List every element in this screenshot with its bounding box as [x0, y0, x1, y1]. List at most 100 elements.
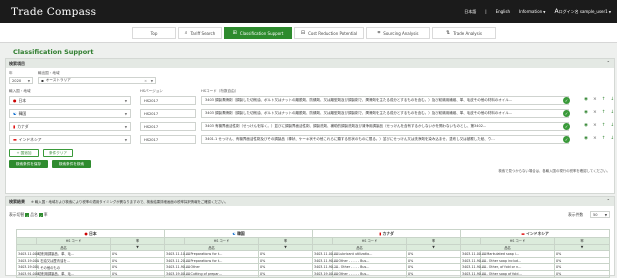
importer-select[interactable]: ▪ オーストラリア × ▼ [38, 77, 156, 84]
delete-icon[interactable]: × [593, 97, 597, 102]
delete-icon[interactable]: × [593, 123, 597, 128]
table-row[interactable]: 3403.11.000 切削用調製品、革、毛… 0% 3403.11.10.00- -… [16, 250, 611, 258]
grid-icon: ⌗ [377, 30, 381, 36]
tab-classification-support[interactable]: ⊞ Classification Support [224, 27, 292, 39]
confirm-icon[interactable]: ✓ [563, 123, 570, 130]
hs-code-field[interactable]: 3401.1 せっけん、有機界面活性剤及びその調製品（棒状、ケーキ状その他これら… [201, 135, 569, 144]
tab-tariff-search[interactable]: ⌕ Tariff Search [178, 27, 222, 39]
lang-en-link[interactable]: English [496, 9, 510, 14]
hs-code-cell[interactable]: 3403.11.90.00 [460, 263, 486, 271]
confirm-icon[interactable]: ✓ [563, 110, 570, 117]
hs-code-cell[interactable]: 3403.11.90.00 [460, 269, 486, 278]
hs-code-cell[interactable]: 3403.19.000 [16, 263, 39, 271]
country-header-id: ▬ インドネシア [460, 229, 611, 238]
hs-code-cell[interactable]: 3403.11.00.00 [460, 250, 486, 258]
item-name-cell: - - Preparations for t… [184, 256, 260, 265]
search-heading: 検索項目 [9, 60, 25, 66]
move-down-icon[interactable]: ↓ [611, 110, 615, 115]
filter-hs-checkbox[interactable]: ✓ [25, 213, 30, 218]
tab-cost-reduction[interactable]: ⊟ Cost Reduction Potential [294, 27, 364, 39]
hs-code-cell[interactable]: 3403.11.000 [16, 250, 39, 258]
tab-top[interactable]: Top [132, 27, 176, 39]
hs-version-field[interactable]: HS2017 [140, 109, 196, 118]
hs-code-cell[interactable]: 3403.19.000 [16, 256, 39, 265]
hs-code-cell[interactable]: 3403.11.10.00 [164, 250, 190, 258]
hs-code-cell[interactable]: 3403.19.00.00 [164, 269, 190, 278]
cost-icon: ⊟ [300, 30, 306, 36]
tab-trade-analysis[interactable]: ⇅ Trade Analysis [432, 27, 496, 39]
hs-code-cell[interactable]: 3403.19.00.00 [312, 269, 338, 278]
move-down-icon[interactable]: ↓ [611, 136, 615, 141]
rate-header: ▼ [554, 243, 611, 252]
table-row[interactable]: 3403.91.000 切削用調製品、革、毛… 0% 3403.19.00.00- -… [16, 269, 611, 278]
hs-code-cell[interactable]: 3403.11.90.00 [460, 256, 486, 265]
hs-version-field[interactable]: HS2017 [140, 122, 196, 131]
item-name-cell: - - - Other soap includ… [480, 256, 556, 265]
hs-code-field[interactable]: 3403 有機界面活性剤（せっけんを除く。）並びに調製界面活性剤、調製洗剤、補助… [201, 122, 569, 131]
delete-icon[interactable]: × [593, 136, 597, 141]
move-up-icon[interactable]: ↑ [602, 110, 606, 115]
app-logo[interactable]: Trade Compass [11, 6, 96, 18]
move-down-icon[interactable]: ↓ [611, 123, 615, 128]
view-icon[interactable]: ◉ [584, 110, 588, 115]
confirm-icon[interactable]: ✓ [563, 136, 570, 143]
view-icon[interactable]: ◉ [584, 136, 588, 141]
per-page-select[interactable]: 50 ▼ [590, 211, 610, 218]
item-name-cell: - - Markulated soap i… [480, 250, 556, 258]
move-up-icon[interactable]: ↑ [602, 136, 606, 141]
hs-code-cell[interactable]: 3403.11.20.00 [164, 256, 190, 265]
kr-flag-icon: ☯ [232, 230, 236, 236]
table-subheader: HS コード率 HS コード率 HS コード率 HS コード率 [16, 237, 611, 245]
clear-conditions-button[interactable]: 条件クリア [43, 149, 73, 157]
rate-cell: 0% [109, 269, 166, 278]
rate-cell: 0% [406, 263, 462, 271]
tab-label: Sourcing Analysis [383, 30, 419, 36]
confirm-icon[interactable]: ✓ [563, 97, 570, 104]
item-name-cell: - - Other - - - - - Bus… [332, 256, 408, 265]
year-select[interactable]: 2020 ▼ [9, 77, 33, 84]
item-name-cell: - - - Other, of fold or n… [480, 263, 556, 271]
search-button[interactable]: 検索条件を検索 [52, 160, 91, 168]
move-up-icon[interactable]: ↑ [602, 97, 606, 102]
hs-code-field[interactable]: 3403 調製潤滑剤（調製した切削油、ボルト又はナットの離脱剤、防錆剤、又は離型… [201, 96, 569, 105]
tab-label: Classification Support [239, 30, 284, 36]
hs-code-cell[interactable]: 3403.11.00.00 [312, 250, 338, 258]
hs-code-cell[interactable]: 3403.11.90.00 [312, 256, 338, 265]
collapse-icon[interactable]: ⌃ [607, 60, 610, 65]
tab-sourcing-analysis[interactable]: ⌗ Sourcing Analysis [366, 27, 430, 39]
collapse-icon[interactable]: ⌃ [607, 198, 610, 203]
country-select[interactable]: ● 日本 ▼ [9, 96, 131, 105]
filter-rate-checkbox[interactable]: ✓ [38, 213, 43, 218]
move-up-icon[interactable]: ↑ [602, 123, 606, 128]
country-select[interactable]: ▬ インドネシア ▼ [9, 135, 131, 144]
information-menu[interactable]: Information▼ [519, 9, 545, 14]
user-menu[interactable]: Aログイン名 sample_user1▼ [554, 8, 611, 15]
item-name-cell: - - - Other soap of fold… [480, 269, 556, 278]
search-panel: 検索項目 ⌃ 年 輸出国・地域 2020 ▼ ▪ オーストラリア × ▼ 輸入国・地域 … [5, 58, 615, 194]
close-icon[interactable]: × [144, 79, 147, 83]
table-row[interactable]: 3403.19.000- 石油又は歴青油を… 0% 3403.11.20.00- -… [16, 256, 611, 265]
save-conditions-button[interactable]: 検索条件を保存 [9, 160, 48, 168]
hs-version-field[interactable]: HS2017 [140, 135, 196, 144]
tab-label: Trade Analysis [453, 30, 482, 36]
delete-icon[interactable]: × [593, 110, 597, 115]
country-select[interactable]: ▮ カナダ ▼ [9, 122, 131, 131]
rate-cell: 0% [109, 250, 166, 258]
lang-ja-link[interactable]: 日本語 [464, 9, 476, 15]
rate-header: 率 [406, 237, 462, 245]
hs-code-cell[interactable]: 3403.11.90.00 [164, 263, 190, 271]
table-row[interactable]: 3403.19.000- その他のもの 0% 3403.11.90.00- - Ot… [16, 263, 611, 271]
hs-code-field[interactable]: 3403 調製潤滑剤（調製した切削油、ボルト又はナットの離脱剤、防錆剤、又は離型… [201, 109, 569, 118]
country-select[interactable]: ☯ 韓国 ▼ [9, 109, 131, 118]
item-name-cell: - その他のもの [36, 263, 111, 271]
rate-header: 率 [109, 237, 166, 245]
move-down-icon[interactable]: ↓ [611, 97, 615, 102]
hs-code-cell[interactable]: 3403.91.000 [16, 269, 39, 278]
hs-version-field[interactable]: HS2017 [140, 96, 196, 105]
page-title: Classification Support [13, 48, 94, 56]
add-country-button[interactable]: + 国追加 [9, 149, 39, 157]
view-icon[interactable]: ◉ [584, 97, 588, 102]
hs-code-cell[interactable]: 3403.11.90.10 [312, 263, 338, 271]
country-value: カナダ [17, 123, 29, 129]
view-icon[interactable]: ◉ [584, 123, 588, 128]
